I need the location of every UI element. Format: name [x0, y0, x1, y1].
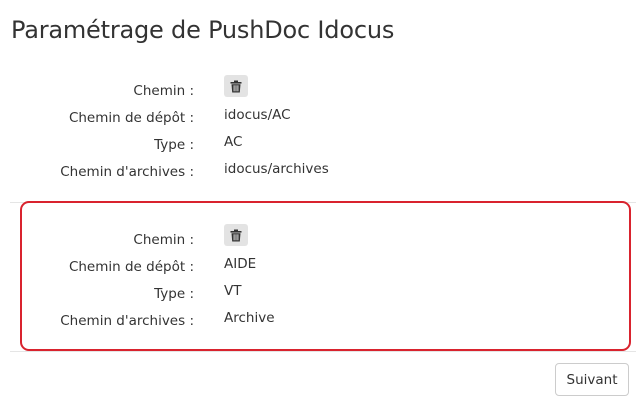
- footer-divider: [10, 351, 636, 352]
- page-title: Paramétrage de PushDoc Idocus: [11, 16, 395, 44]
- next-button[interactable]: Suivant: [555, 363, 629, 396]
- entry-2-archive-row: Chemin d'archives : Archive: [0, 310, 639, 333]
- archive-path-value: Archive: [224, 310, 275, 326]
- pushdoc-settings-page: Paramétrage de PushDoc Idocus Chemin : C…: [0, 0, 639, 412]
- archive-path-label: Chemin d'archives :: [60, 164, 194, 180]
- path-label: Chemin :: [133, 232, 194, 248]
- deposit-path-label: Chemin de dépôt :: [68, 259, 194, 275]
- delete-path-button[interactable]: [224, 224, 248, 246]
- entry-1-deposit-row: Chemin de dépôt : idocus/AC: [0, 107, 639, 130]
- entry-1-archive-row: Chemin d'archives : idocus/archives: [0, 161, 639, 184]
- entry-2-path-row: Chemin :: [0, 224, 639, 252]
- type-label: Type :: [154, 286, 194, 302]
- entry-1-path-row: Chemin :: [0, 75, 639, 103]
- entry-1-type-row: Type : AC: [0, 134, 639, 157]
- trash-icon: [230, 80, 242, 92]
- delete-path-button[interactable]: [224, 75, 248, 97]
- trash-icon: [230, 229, 242, 241]
- archive-path-value: idocus/archives: [224, 161, 329, 177]
- path-label: Chemin :: [133, 83, 194, 99]
- archive-path-label: Chemin d'archives :: [60, 313, 194, 329]
- type-value: AC: [224, 134, 243, 150]
- type-label: Type :: [154, 137, 194, 153]
- deposit-path-value: AIDE: [224, 256, 257, 272]
- deposit-path-label: Chemin de dépôt :: [68, 110, 194, 126]
- entry-2-type-row: Type : VT: [0, 283, 639, 306]
- entry-2-deposit-row: Chemin de dépôt : AIDE: [0, 256, 639, 279]
- type-value: VT: [224, 283, 242, 299]
- deposit-path-value: idocus/AC: [224, 107, 291, 123]
